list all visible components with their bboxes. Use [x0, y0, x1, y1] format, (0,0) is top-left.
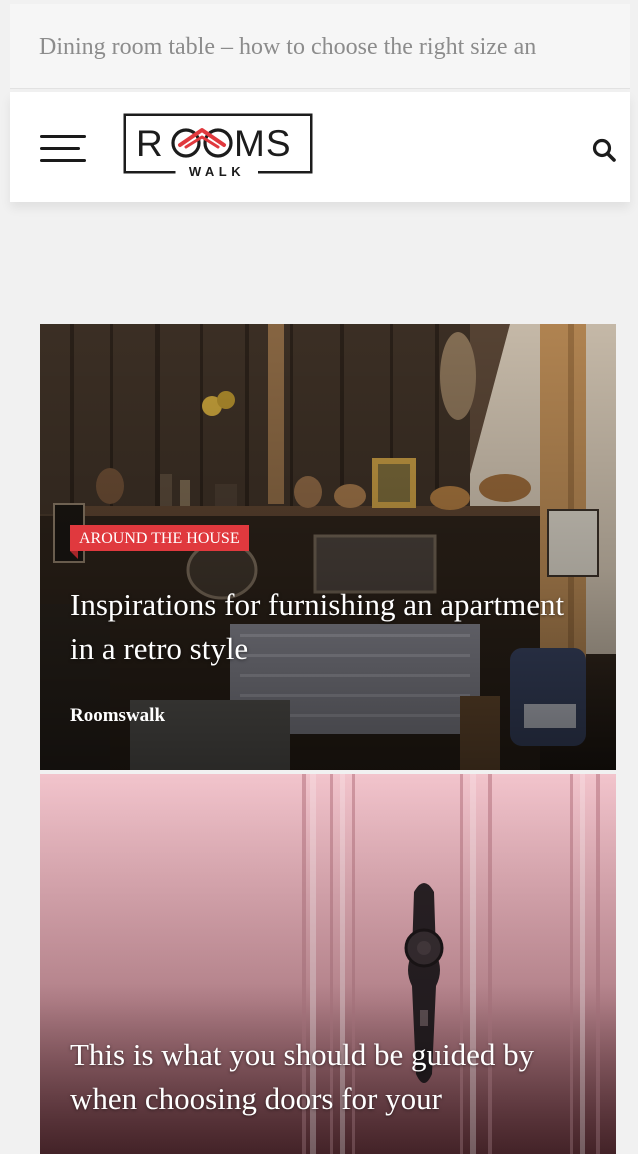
- hamburger-icon: [40, 135, 86, 138]
- hamburger-line: [40, 159, 86, 162]
- post-card[interactable]: This is what you should be guided by whe…: [40, 774, 616, 1154]
- svg-text:MS: MS: [234, 123, 292, 164]
- post-title[interactable]: This is what you should be guided by whe…: [70, 1033, 590, 1121]
- site-logo[interactable]: R MS WALK: [122, 112, 314, 176]
- post-author[interactable]: Roomswalk: [70, 705, 165, 727]
- category-badge[interactable]: AROUND THE HOUSE: [70, 525, 249, 559]
- site-header: R MS WALK: [10, 92, 630, 202]
- logo-subtitle: WALK: [189, 164, 245, 176]
- search-button[interactable]: [590, 136, 620, 166]
- ticker-headline[interactable]: Dining room table – how to choose the ri…: [39, 34, 536, 61]
- hamburger-line: [40, 147, 80, 150]
- logo-wordmark: R: [136, 123, 164, 164]
- hamburger-menu-button[interactable]: [40, 132, 86, 168]
- post-card[interactable]: AROUND THE HOUSE Inspirations for furnis…: [40, 324, 616, 770]
- search-icon: [592, 138, 616, 162]
- logo-graphic: R MS WALK: [123, 113, 313, 176]
- news-ticker[interactable]: Dining room table – how to choose the ri…: [10, 4, 630, 89]
- post-title[interactable]: Inspirations for furnishing an apartment…: [70, 583, 570, 671]
